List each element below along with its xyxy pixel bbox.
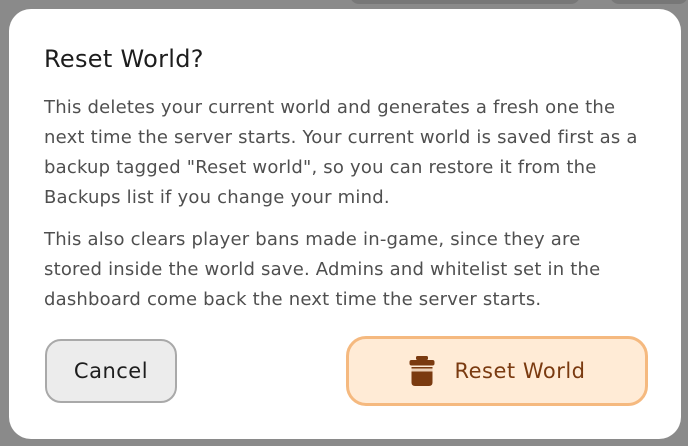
dialog-body: This deletes your current world and gene…	[44, 93, 644, 327]
background-tab	[350, 0, 580, 4]
reset-world-dialog: Reset World? This deletes your current w…	[9, 9, 681, 439]
cancel-button[interactable]: Cancel	[45, 339, 177, 403]
background-tab	[610, 0, 688, 4]
dialog-paragraph-bans: This also clears player bans made in-gam…	[44, 229, 601, 310]
reset-world-label: Reset World	[454, 359, 586, 383]
dialog-actions: Cancel Reset World	[45, 336, 648, 406]
reset-world-button[interactable]: Reset World	[346, 336, 648, 406]
trash-icon	[408, 355, 436, 387]
dialog-title: Reset World?	[44, 45, 204, 73]
dialog-paragraph-reset: This deletes your current world and gene…	[44, 97, 638, 208]
